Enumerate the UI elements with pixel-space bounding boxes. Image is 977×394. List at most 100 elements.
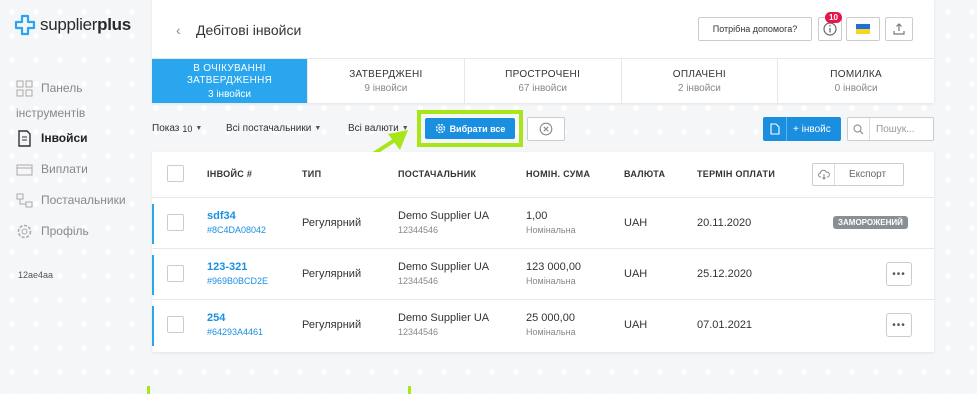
select-all-label: Вибрати все <box>449 123 506 134</box>
select-all-checkbox[interactable] <box>167 165 184 182</box>
sidebar-item-label-line2: інструментів <box>16 106 86 120</box>
chevron-down-icon: ▼ <box>314 125 322 132</box>
row-marker <box>152 306 154 346</box>
invoice-number-link[interactable]: sdf34 <box>207 210 266 222</box>
tab-error[interactable]: Помилка 0 інвойси <box>778 59 934 103</box>
sidebar-item-label: Постачальники <box>41 193 126 207</box>
tab-pending[interactable]: В очікуванні затвердження 3 інвойси <box>152 59 308 103</box>
supplier-name: Demo Supplier UA <box>398 210 490 222</box>
close-circle-icon <box>539 122 553 136</box>
sidebar-item-payments[interactable]: Виплати <box>16 161 88 178</box>
page-size-select[interactable]: Показ 10 ▼ <box>152 123 202 134</box>
new-invoice-label: + інвойс <box>793 123 831 135</box>
tab-count: 9 інвойси <box>364 82 408 94</box>
amount-cell: 25 000,00 Номінальна <box>526 312 576 337</box>
tab-approved[interactable]: Затверджені 9 інвойси <box>308 59 465 103</box>
invoice-cell: 123-321 #969B0BCD2E <box>207 261 268 286</box>
sidebar-item-invoices[interactable]: Інвойси <box>16 130 88 147</box>
header-invoice[interactable]: Інвойс # <box>207 169 252 179</box>
supplier-filter-value: Всі постачальники <box>226 123 312 134</box>
invoice-cell: sdf34 #8C4DA08042 <box>207 210 266 235</box>
due-date-cell: 25.12.2020 <box>697 268 753 280</box>
sidebar-item-profile[interactable]: Профіль <box>16 223 89 240</box>
upload-button[interactable] <box>885 17 913 41</box>
filter-bar: Показ 10 ▼ Всі постачальники ▼ Всі валюти… <box>152 110 934 147</box>
table-row[interactable]: 123-321 #969B0BCD2E Регулярний Demo Supp… <box>152 249 934 300</box>
amount-value: 25 000,00 <box>526 312 575 324</box>
header-due-date[interactable]: Термін оплати <box>697 169 775 179</box>
header-amount[interactable]: Номін. сума <box>526 169 590 179</box>
page-size-value: 10 <box>182 123 193 134</box>
clear-selection-button[interactable] <box>527 117 565 141</box>
table-row[interactable]: 254 #64293A4461 Регулярний Demo Supplier… <box>152 300 934 351</box>
amount-cell: 1,00 Номінальна <box>526 210 576 235</box>
table-row[interactable]: sdf34 #8C4DA08042 Регулярний Demo Suppli… <box>152 198 934 249</box>
sidebar-item-label: Профіль <box>41 224 89 238</box>
upload-icon <box>893 23 905 35</box>
supplier-filter[interactable]: Всі постачальники ▼ <box>226 123 321 134</box>
cloud-download-icon <box>813 164 835 185</box>
row-checkbox[interactable] <box>167 214 184 231</box>
row-checkbox[interactable] <box>167 316 184 333</box>
payments-icon <box>16 164 33 176</box>
supplier-cell: Demo Supplier UA 12344546 <box>398 210 489 235</box>
highlight-line <box>147 386 150 394</box>
new-invoice-button[interactable]: + інвойс <box>763 117 841 141</box>
search-input[interactable]: Пошук... <box>870 124 914 135</box>
tab-paid[interactable]: Оплачені 2 інвойси <box>622 59 779 103</box>
select-all-button[interactable]: Вибрати все <box>425 118 515 139</box>
sidebar: supplierplus Панель інструментів Інвойси… <box>0 0 140 394</box>
supplier-name: Demo Supplier UA <box>398 312 490 324</box>
tab-count: 0 інвойси <box>834 82 878 94</box>
search-box[interactable]: Пошук... <box>847 117 934 141</box>
supplier-code: 12344546 <box>398 327 439 337</box>
gear-icon <box>17 224 32 239</box>
row-marker <box>152 255 154 295</box>
search-icon <box>848 118 870 140</box>
header-type[interactable]: Тип <box>302 169 321 179</box>
invoice-number-link[interactable]: 123-321 <box>207 261 268 273</box>
header-supplier[interactable]: Постачальник <box>398 169 476 179</box>
sidebar-item-suppliers[interactable]: Постачальники <box>16 192 126 209</box>
due-date-cell: 20.11.2020 <box>697 217 752 229</box>
export-button[interactable]: Експорт <box>812 163 904 186</box>
info-icon <box>823 22 837 36</box>
row-actions-button[interactable]: ••• <box>886 262 912 286</box>
header-currency[interactable]: Валюта <box>624 169 665 179</box>
supplierplus-logo-icon <box>14 14 36 36</box>
show-label: Показ <box>152 123 180 134</box>
tab-overdue[interactable]: Прострочені 67 інвойси <box>465 59 622 103</box>
type-cell: Регулярний <box>302 268 362 280</box>
invoice-hash[interactable]: #969B0BCD2E <box>207 276 268 286</box>
sidebar-item-label: Панель <box>41 81 83 95</box>
table-header: Інвойс # Тип Постачальник Номін. сума Ва… <box>152 152 934 198</box>
invoice-number-link[interactable]: 254 <box>207 312 263 324</box>
invoice-hash[interactable]: #8C4DA08042 <box>207 225 266 235</box>
tab-count: 2 інвойси <box>677 82 721 94</box>
help-button[interactable]: Потрібна допомога? <box>698 17 812 41</box>
page-title: Дебітові інвойси <box>196 22 302 38</box>
row-checkbox[interactable] <box>167 265 184 282</box>
tab-label: Прострочені <box>505 68 581 80</box>
invoice-icon <box>18 130 31 147</box>
language-button[interactable] <box>846 17 880 41</box>
amount-label: Номінальна <box>526 225 576 235</box>
row-actions-button[interactable]: ••• <box>886 313 912 337</box>
amount-label: Номінальна <box>526 327 576 337</box>
back-button[interactable]: ‹ <box>176 22 181 38</box>
logo[interactable]: supplierplus <box>14 14 131 36</box>
currency-cell: UAH <box>624 268 648 280</box>
document-icon <box>763 117 787 141</box>
row-marker <box>152 204 154 244</box>
tab-count: 3 інвойси <box>207 88 252 100</box>
invoice-hash[interactable]: #64293A4461 <box>207 327 263 337</box>
export-label: Експорт <box>849 169 887 180</box>
highlight-box: Вибрати все <box>417 110 523 147</box>
tab-label: В очікуванні затвердження <box>186 62 273 86</box>
user-id: 12ae4aa <box>18 270 54 280</box>
gear-icon <box>435 123 445 134</box>
supplier-name: Demo Supplier UA <box>398 261 490 273</box>
dashboard-icon <box>16 80 33 97</box>
sidebar-item-dashboard[interactable]: Панель інструментів <box>16 80 136 122</box>
amount-value: 123 000,00 <box>526 261 582 273</box>
